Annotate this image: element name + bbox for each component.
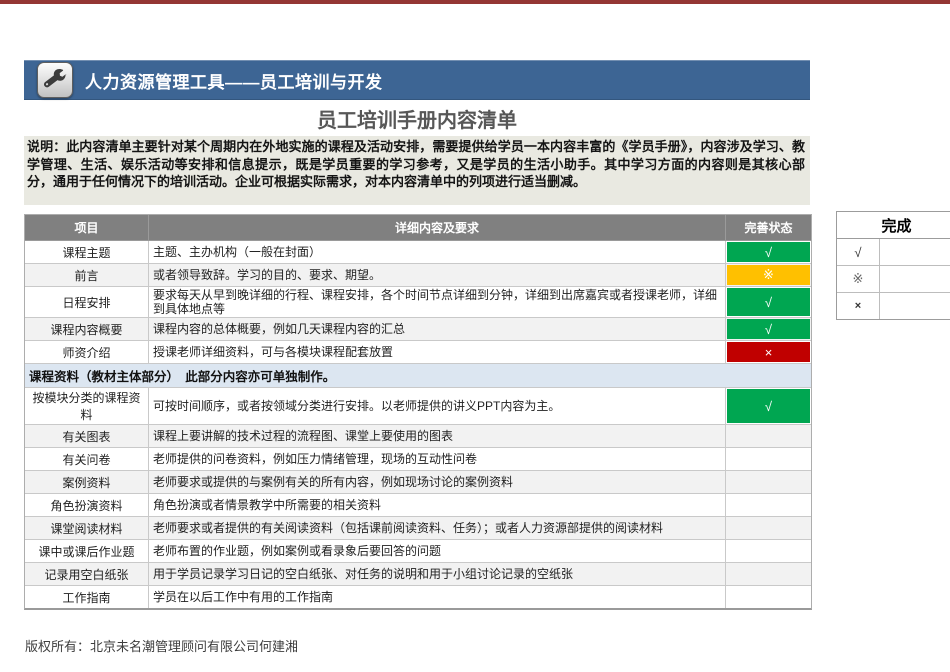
item-cell: 案例资料 — [25, 471, 149, 493]
legend-label-area — [880, 266, 950, 292]
item-cell: 工作指南 — [25, 586, 149, 608]
detail-cell: 课程上要讲解的技术过程的流程图、课堂上要使用的图表 — [149, 425, 726, 447]
legend-symbol: ※ — [837, 266, 880, 292]
detail-cell: 授课老师详细资料，可与各模块课程配套放置 — [149, 341, 726, 363]
table-row: 角色扮演资料角色扮演或者情景教学中所需要的相关资料 — [25, 494, 811, 517]
legend-row: √ — [837, 239, 950, 266]
detail-cell: 老师提供的问卷资料，例如压力情绪管理，现场的互动性问卷 — [149, 448, 726, 470]
status-cell[interactable] — [726, 517, 811, 539]
table-row: 课程内容概要课程内容的总体概要，例如几天课程内容的汇总√ — [25, 318, 811, 341]
legend-row: × — [837, 293, 950, 319]
section-label: 课程资料（教材主体部分） 此部分内容亦可单独制作。 — [25, 364, 811, 387]
legend-symbol: √ — [837, 239, 880, 265]
status-cell[interactable] — [726, 425, 811, 447]
status-cell[interactable]: √ — [726, 318, 811, 340]
status-cell[interactable]: ※ — [726, 264, 811, 286]
item-cell: 有关问卷 — [25, 448, 149, 470]
table-row: 课堂阅读材料老师要求或者提供的有关阅读资料（包括课前阅读资料、任务）；或者人力资… — [25, 517, 811, 540]
content-table-body: 课程主题主题、主办机构（一般在封面）√前言或者领导致辞。学习的目的、要求、期望。… — [25, 241, 811, 608]
table-row: 有关问卷老师提供的问卷资料，例如压力情绪管理，现场的互动性问卷 — [25, 448, 811, 471]
item-cell: 有关图表 — [25, 425, 149, 447]
status-badge: √ — [727, 242, 810, 262]
column-header-status: 完善状态 — [726, 215, 811, 240]
status-badge: ※ — [727, 265, 810, 285]
table-section-row: 课程资料（教材主体部分） 此部分内容亦可单独制作。 — [25, 364, 811, 388]
status-cell[interactable] — [726, 448, 811, 470]
item-cell: 按模块分类的课程资料 — [25, 388, 149, 424]
item-cell: 前言 — [25, 264, 149, 286]
app-title: 人力资源管理工具——员工培训与开发 — [85, 68, 383, 93]
item-cell: 课程主题 — [25, 241, 149, 263]
copyright-text: 版权所有：北京未名潮管理顾问有限公司何建湘 — [25, 636, 298, 655]
detail-cell: 角色扮演或者情景教学中所需要的相关资料 — [149, 494, 726, 516]
detail-cell: 主题、主办机构（一般在封面） — [149, 241, 726, 263]
status-cell[interactable]: √ — [726, 241, 811, 263]
detail-cell: 可按时间顺序，或者按领域分类进行安排。以老师提供的讲义PPT内容为主。 — [149, 388, 726, 424]
legend-label-area — [880, 293, 950, 319]
table-row: 按模块分类的课程资料可按时间顺序，或者按领域分类进行安排。以老师提供的讲义PPT… — [25, 388, 811, 425]
item-cell: 课堂阅读材料 — [25, 517, 149, 539]
item-cell: 日程安排 — [25, 287, 149, 317]
item-cell: 课程内容概要 — [25, 318, 149, 340]
column-header-detail: 详细内容及要求 — [149, 215, 726, 240]
status-badge: √ — [727, 319, 810, 339]
detail-cell: 用于学员记录学习日记的空白纸张、对任务的说明和用于小组讨论记录的空纸张 — [149, 563, 726, 585]
table-row: 工作指南学员在以后工作中有用的工作指南 — [25, 586, 811, 608]
wrench-icon — [37, 62, 73, 98]
status-badge: √ — [727, 288, 810, 316]
table-row: 前言或者领导致辞。学习的目的、要求、期望。※ — [25, 264, 811, 287]
status-badge: √ — [727, 389, 810, 423]
detail-cell: 或者领导致辞。学习的目的、要求、期望。 — [149, 264, 726, 286]
detail-cell: 老师布置的作业题，例如案例或看录象后要回答的问题 — [149, 540, 726, 562]
status-cell[interactable]: √ — [726, 287, 811, 317]
detail-cell: 老师要求或提供的与案例有关的所有内容，例如现场讨论的案例资料 — [149, 471, 726, 493]
app-header-bar: 人力资源管理工具——员工培训与开发 — [24, 60, 810, 100]
legend-label-area — [880, 239, 950, 265]
status-badge: × — [727, 342, 810, 362]
table-row: 课程主题主题、主办机构（一般在封面）√ — [25, 241, 811, 264]
status-cell[interactable]: √ — [726, 388, 811, 424]
detail-cell: 课程内容的总体概要，例如几天课程内容的汇总 — [149, 318, 726, 340]
content-checklist-table: 项目 详细内容及要求 完善状态 课程主题主题、主办机构（一般在封面）√前言或者领… — [24, 214, 812, 610]
page-title: 员工培训手册内容清单 — [24, 104, 810, 133]
item-cell: 课中或课后作业题 — [25, 540, 149, 562]
status-cell[interactable]: × — [726, 341, 811, 363]
item-cell: 角色扮演资料 — [25, 494, 149, 516]
top-accent-line — [0, 0, 950, 4]
status-cell[interactable] — [726, 586, 811, 608]
table-row: 师资介绍授课老师详细资料，可与各模块课程配套放置× — [25, 341, 811, 364]
item-cell: 记录用空白纸张 — [25, 563, 149, 585]
column-header-item: 项目 — [25, 215, 149, 240]
table-row: 有关图表课程上要讲解的技术过程的流程图、课堂上要使用的图表 — [25, 425, 811, 448]
item-cell: 师资介绍 — [25, 341, 149, 363]
legend-row: ※ — [837, 266, 950, 293]
detail-cell: 学员在以后工作中有用的工作指南 — [149, 586, 726, 608]
legend-body: √※× — [837, 239, 950, 319]
detail-cell: 要求每天从早到晚详细的行程、课程安排，各个时间节点详细到分钟，详细到出席嘉宾或者… — [149, 287, 726, 317]
status-legend-table: 完成 √※× — [836, 211, 950, 320]
table-row: 日程安排要求每天从早到晚详细的行程、课程安排，各个时间节点详细到分钟，详细到出席… — [25, 287, 811, 318]
detail-cell: 老师要求或者提供的有关阅读资料（包括课前阅读资料、任务）；或者人力资源部提供的阅… — [149, 517, 726, 539]
table-row: 案例资料老师要求或提供的与案例有关的所有内容，例如现场讨论的案例资料 — [25, 471, 811, 494]
table-header-row: 项目 详细内容及要求 完善状态 — [25, 215, 811, 241]
status-cell[interactable] — [726, 471, 811, 493]
status-cell[interactable] — [726, 540, 811, 562]
legend-symbol: × — [837, 293, 880, 319]
legend-header: 完成 — [837, 212, 950, 239]
description-note: 说明：此内容清单主要针对某个周期内在外地实施的课程及活动安排，需要提供给学员一本… — [24, 136, 810, 205]
table-row: 课中或课后作业题老师布置的作业题，例如案例或看录象后要回答的问题 — [25, 540, 811, 563]
status-cell[interactable] — [726, 563, 811, 585]
status-cell[interactable] — [726, 494, 811, 516]
table-row: 记录用空白纸张用于学员记录学习日记的空白纸张、对任务的说明和用于小组讨论记录的空… — [25, 563, 811, 586]
